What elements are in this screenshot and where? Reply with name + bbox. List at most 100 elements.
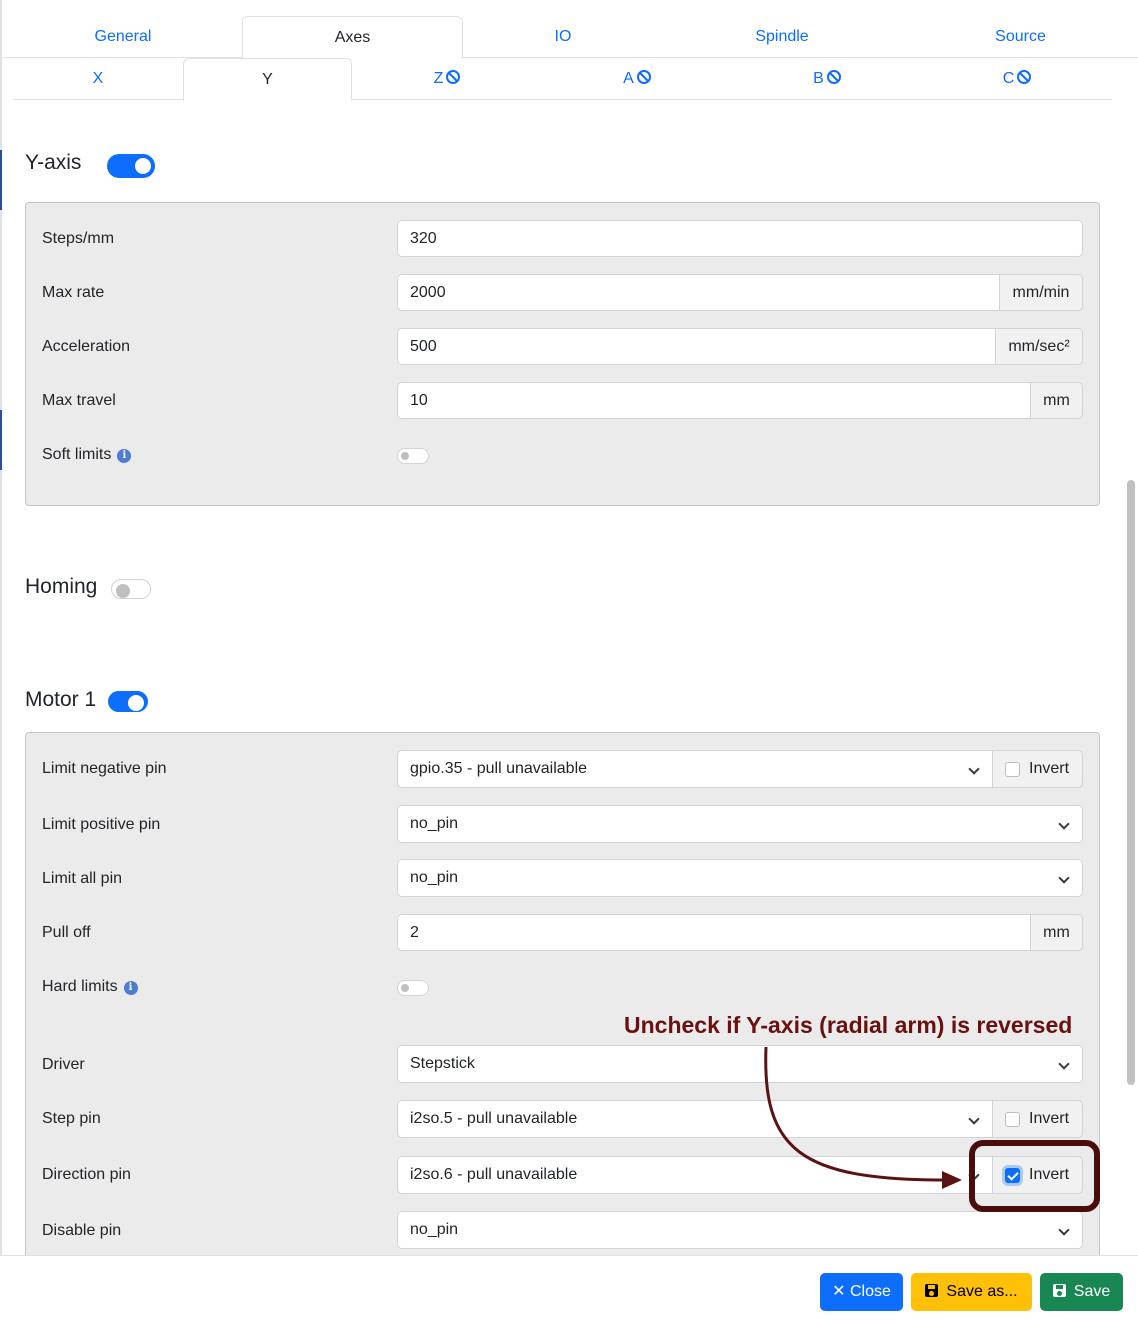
direction-pin-label: Direction pin xyxy=(42,1166,131,1183)
tab-axis-c-label: C xyxy=(1002,70,1015,87)
save-icon xyxy=(925,1284,939,1297)
info-icon[interactable]: i xyxy=(123,981,138,995)
acceleration-label: Acceleration xyxy=(42,338,131,355)
step-pin-label: Step pin xyxy=(42,1110,101,1127)
tab-axis-x[interactable]: X xyxy=(13,58,183,100)
pull-off-unit: mm xyxy=(1031,914,1083,951)
disable-pin-value: no_pin xyxy=(410,1221,459,1238)
max-rate-input[interactable]: 2000 xyxy=(397,274,1000,311)
max-travel-unit: mm xyxy=(1031,382,1083,419)
tab-axis-b[interactable]: B xyxy=(732,58,922,100)
max-rate-unit: mm/min xyxy=(1000,274,1083,311)
invert-label: Invert xyxy=(1029,1110,1070,1127)
chevron-down-icon xyxy=(968,1113,980,1125)
tab-axis-a-label: A xyxy=(623,70,634,87)
pull-off-input[interactable]: 2 xyxy=(397,914,1031,951)
limit-all-pin-value: no_pin xyxy=(410,869,459,886)
limit-positive-pin-value: no_pin xyxy=(410,815,459,832)
main-tab-bar: General Axes IO Spindle Source xyxy=(2,0,1138,59)
tab-axis-y[interactable]: Y xyxy=(183,58,352,101)
soft-limits-label: Soft limits xyxy=(42,446,112,463)
limit-negative-pin-value: gpio.35 - pull unavailable xyxy=(410,760,588,777)
disabled-icon xyxy=(826,70,841,84)
tab-source[interactable]: Source xyxy=(912,16,1129,58)
soft-limits-row: Soft limits i xyxy=(42,446,132,464)
limit-all-pin-select[interactable]: no_pin xyxy=(397,859,1083,897)
step-pin-invert-checkbox[interactable] xyxy=(1005,1112,1020,1127)
tab-axis-a[interactable]: A xyxy=(542,58,732,100)
left-edge xyxy=(0,0,2,1255)
step-pin-invert[interactable]: Invert xyxy=(993,1100,1083,1138)
limit-positive-pin-label: Limit positive pin xyxy=(42,816,161,833)
save-as-button[interactable]: Save as... xyxy=(911,1273,1032,1311)
tab-axis-z[interactable]: Z xyxy=(352,58,542,100)
disabled-icon xyxy=(446,70,461,84)
hard-limits-toggle[interactable] xyxy=(397,980,429,996)
tab-axis-y-label: Y xyxy=(262,71,273,88)
tab-io[interactable]: IO xyxy=(463,16,663,58)
axis-section-title: Y-axis xyxy=(25,151,82,174)
max-rate-label: Max rate xyxy=(42,284,105,301)
tab-axis-c[interactable]: C xyxy=(922,58,1112,100)
max-travel-input[interactable]: 10 xyxy=(397,382,1031,419)
invert-label: Invert xyxy=(1029,760,1070,777)
close-button[interactable]: ✕ Close xyxy=(820,1273,903,1311)
save-icon xyxy=(1052,1284,1066,1297)
annotation-highlight-box xyxy=(969,1140,1100,1212)
save-as-label: Save as... xyxy=(946,1283,1018,1300)
limit-negative-pin-label: Limit negative pin xyxy=(42,760,167,777)
edge-marker xyxy=(0,410,2,470)
step-pin-value: i2so.5 - pull unavailable xyxy=(410,1110,578,1127)
step-pin-select[interactable]: i2so.5 - pull unavailable xyxy=(397,1100,993,1138)
chevron-down-icon xyxy=(1058,1224,1070,1236)
limit-positive-pin-select[interactable]: no_pin xyxy=(397,805,1083,843)
tab-axes[interactable]: Axes xyxy=(242,16,463,59)
save-label: Save xyxy=(1073,1283,1111,1300)
modal-footer: ✕ Close Save as... Save xyxy=(0,1255,1138,1325)
direction-pin-select[interactable]: i2so.6 - pull unavailable xyxy=(397,1156,993,1194)
edge-marker xyxy=(0,150,2,210)
limit-negative-pin-select[interactable]: gpio.35 - pull unavailable xyxy=(397,750,993,788)
info-icon[interactable]: i xyxy=(117,449,132,463)
tab-axis-b-label: B xyxy=(813,70,824,87)
homing-title: Homing xyxy=(25,575,98,598)
motor-enable-toggle[interactable] xyxy=(108,691,148,712)
chevron-down-icon xyxy=(1058,1058,1070,1070)
chevron-down-icon xyxy=(1058,818,1070,830)
axis-settings-panel: Steps/mm 320 Max rate 2000 mm/min Accele… xyxy=(25,202,1100,506)
motor-title: Motor 1 xyxy=(25,688,97,711)
steps-input[interactable]: 320 xyxy=(397,220,1083,257)
hard-limits-label: Hard limits xyxy=(42,978,118,995)
close-label: Close xyxy=(849,1283,891,1300)
acceleration-unit: mm/sec² xyxy=(996,328,1083,365)
tab-axis-z-label: Z xyxy=(433,70,444,87)
tab-axis-x-label: X xyxy=(92,70,104,87)
chevron-down-icon xyxy=(968,763,980,775)
homing-toggle[interactable] xyxy=(111,579,151,599)
axis-enable-toggle[interactable] xyxy=(107,154,155,178)
disable-pin-select[interactable]: no_pin xyxy=(397,1211,1083,1249)
driver-select[interactable]: Stepstick xyxy=(397,1045,1083,1083)
annotation-text: Uncheck if Y-axis (radial arm) is revers… xyxy=(624,1012,1073,1038)
limit-negative-invert-checkbox[interactable] xyxy=(1005,762,1020,777)
acceleration-input[interactable]: 500 xyxy=(397,328,996,365)
direction-pin-value: i2so.6 - pull unavailable xyxy=(410,1166,578,1183)
tab-spindle[interactable]: Spindle xyxy=(672,16,892,58)
disabled-icon xyxy=(1017,70,1032,84)
steps-label: Steps/mm xyxy=(42,230,115,247)
tab-general[interactable]: General xyxy=(13,16,233,58)
hard-limits-row: Hard limits i xyxy=(42,978,138,996)
close-icon: ✕ xyxy=(832,1283,846,1300)
driver-label: Driver xyxy=(42,1056,85,1073)
pull-off-label: Pull off xyxy=(42,924,91,941)
soft-limits-toggle[interactable] xyxy=(397,448,429,464)
axis-tab-bar: X Y Z A B C xyxy=(13,58,1112,101)
disabled-icon xyxy=(636,70,651,84)
limit-negative-invert[interactable]: Invert xyxy=(993,750,1083,788)
disable-pin-label: Disable pin xyxy=(42,1222,122,1239)
scrollbar-thumb[interactable] xyxy=(1127,480,1135,1085)
save-button[interactable]: Save xyxy=(1040,1273,1123,1311)
chevron-down-icon xyxy=(1058,872,1070,884)
limit-all-pin-label: Limit all pin xyxy=(42,870,123,887)
max-travel-label: Max travel xyxy=(42,392,116,409)
